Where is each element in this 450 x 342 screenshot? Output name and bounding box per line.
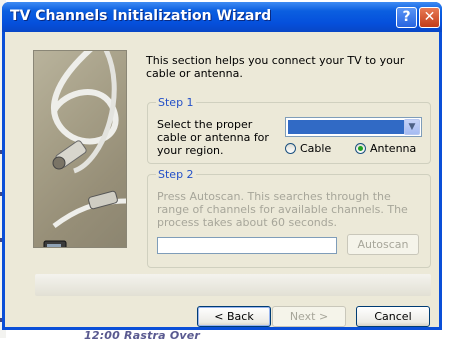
- cable-radio-label[interactable]: Cable: [300, 142, 331, 155]
- step2-legend: Step 2: [156, 168, 196, 181]
- wizard-progress-band: [35, 274, 431, 296]
- step1-group: Step 1 Select the proper cable or antenn…: [147, 96, 431, 164]
- intro-text: This section helps you connect your TV t…: [146, 54, 405, 80]
- tv-icon: [43, 240, 67, 247]
- help-icon[interactable]: ?: [396, 7, 417, 28]
- scan-progress-field: [157, 237, 337, 254]
- step1-description: Select the proper cable or antenna for y…: [157, 118, 269, 157]
- window-frame-bottom: [2, 327, 442, 330]
- radio-button-icon[interactable]: [285, 143, 296, 154]
- dropdown-selected-value: [288, 120, 404, 134]
- next-button[interactable]: Next >: [272, 306, 346, 327]
- back-button[interactable]: < Back: [197, 306, 271, 327]
- radio-button-checked-icon[interactable]: [355, 143, 366, 154]
- wizard-body: This section helps you connect your TV t…: [5, 32, 439, 327]
- window-title: TV Channels Initialization Wizard: [10, 8, 272, 24]
- step2-group: Step 2 Press Autoscan. This searches thr…: [147, 168, 431, 268]
- autoscan-button[interactable]: Autoscan: [347, 234, 419, 255]
- coaxial-cable-image: [33, 50, 127, 248]
- close-icon[interactable]: ✕: [419, 7, 440, 28]
- step1-legend: Step 1: [156, 96, 196, 109]
- background-program-text: 12:00 Rastra Over: [84, 329, 201, 342]
- cancel-button[interactable]: Cancel: [356, 306, 430, 327]
- antenna-radio-label[interactable]: Antenna: [370, 142, 416, 155]
- wizard-window: TV Channels Initialization Wizard ? ✕ Th…: [2, 2, 442, 330]
- dropdown-arrow-icon[interactable]: ▼: [404, 119, 420, 135]
- title-bar[interactable]: TV Channels Initialization Wizard ? ✕: [2, 2, 442, 32]
- step2-description: Press Autoscan. This searches through th…: [157, 190, 408, 229]
- cable-antenna-dropdown[interactable]: ▼: [285, 117, 422, 137]
